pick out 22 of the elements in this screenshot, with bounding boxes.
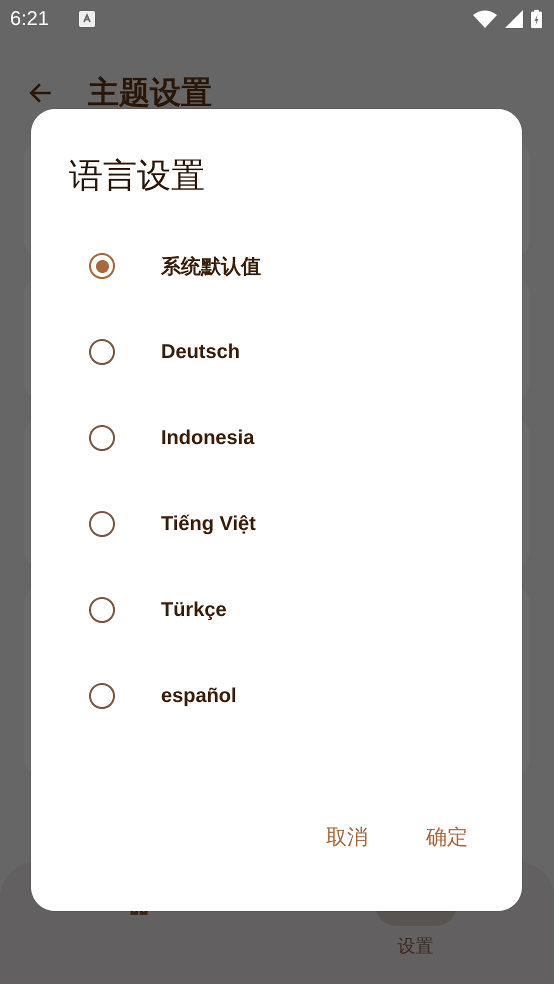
dialog-button[interactable]: 确定 xyxy=(412,815,482,859)
dialog-title: 语言设置 xyxy=(69,155,206,198)
radio-button[interactable] xyxy=(89,339,115,365)
radio-button[interactable] xyxy=(89,425,115,451)
status-time: 6:21 xyxy=(10,8,49,30)
radio-button[interactable] xyxy=(89,511,115,537)
language-option[interactable]: Indonesia xyxy=(161,426,254,450)
signal-icon xyxy=(505,10,523,28)
nav-label: 设置 xyxy=(398,935,434,958)
keyboard-notification-icon xyxy=(78,11,95,27)
radio-button[interactable] xyxy=(89,683,115,709)
radio-button[interactable] xyxy=(89,597,115,623)
page-title: 主题设置 xyxy=(88,74,212,113)
language-option[interactable]: Tiếng Việt xyxy=(161,512,256,536)
language-option[interactable]: Deutsch xyxy=(161,340,240,364)
language-option[interactable]: español xyxy=(161,684,237,708)
language-option[interactable]: 系统默认值 xyxy=(161,252,261,280)
language-option[interactable]: Türkçe xyxy=(161,598,227,622)
battery-icon xyxy=(531,9,542,29)
wifi-icon xyxy=(473,10,497,28)
dialog-button[interactable]: 取消 xyxy=(312,815,382,859)
radio-button[interactable] xyxy=(89,253,115,279)
